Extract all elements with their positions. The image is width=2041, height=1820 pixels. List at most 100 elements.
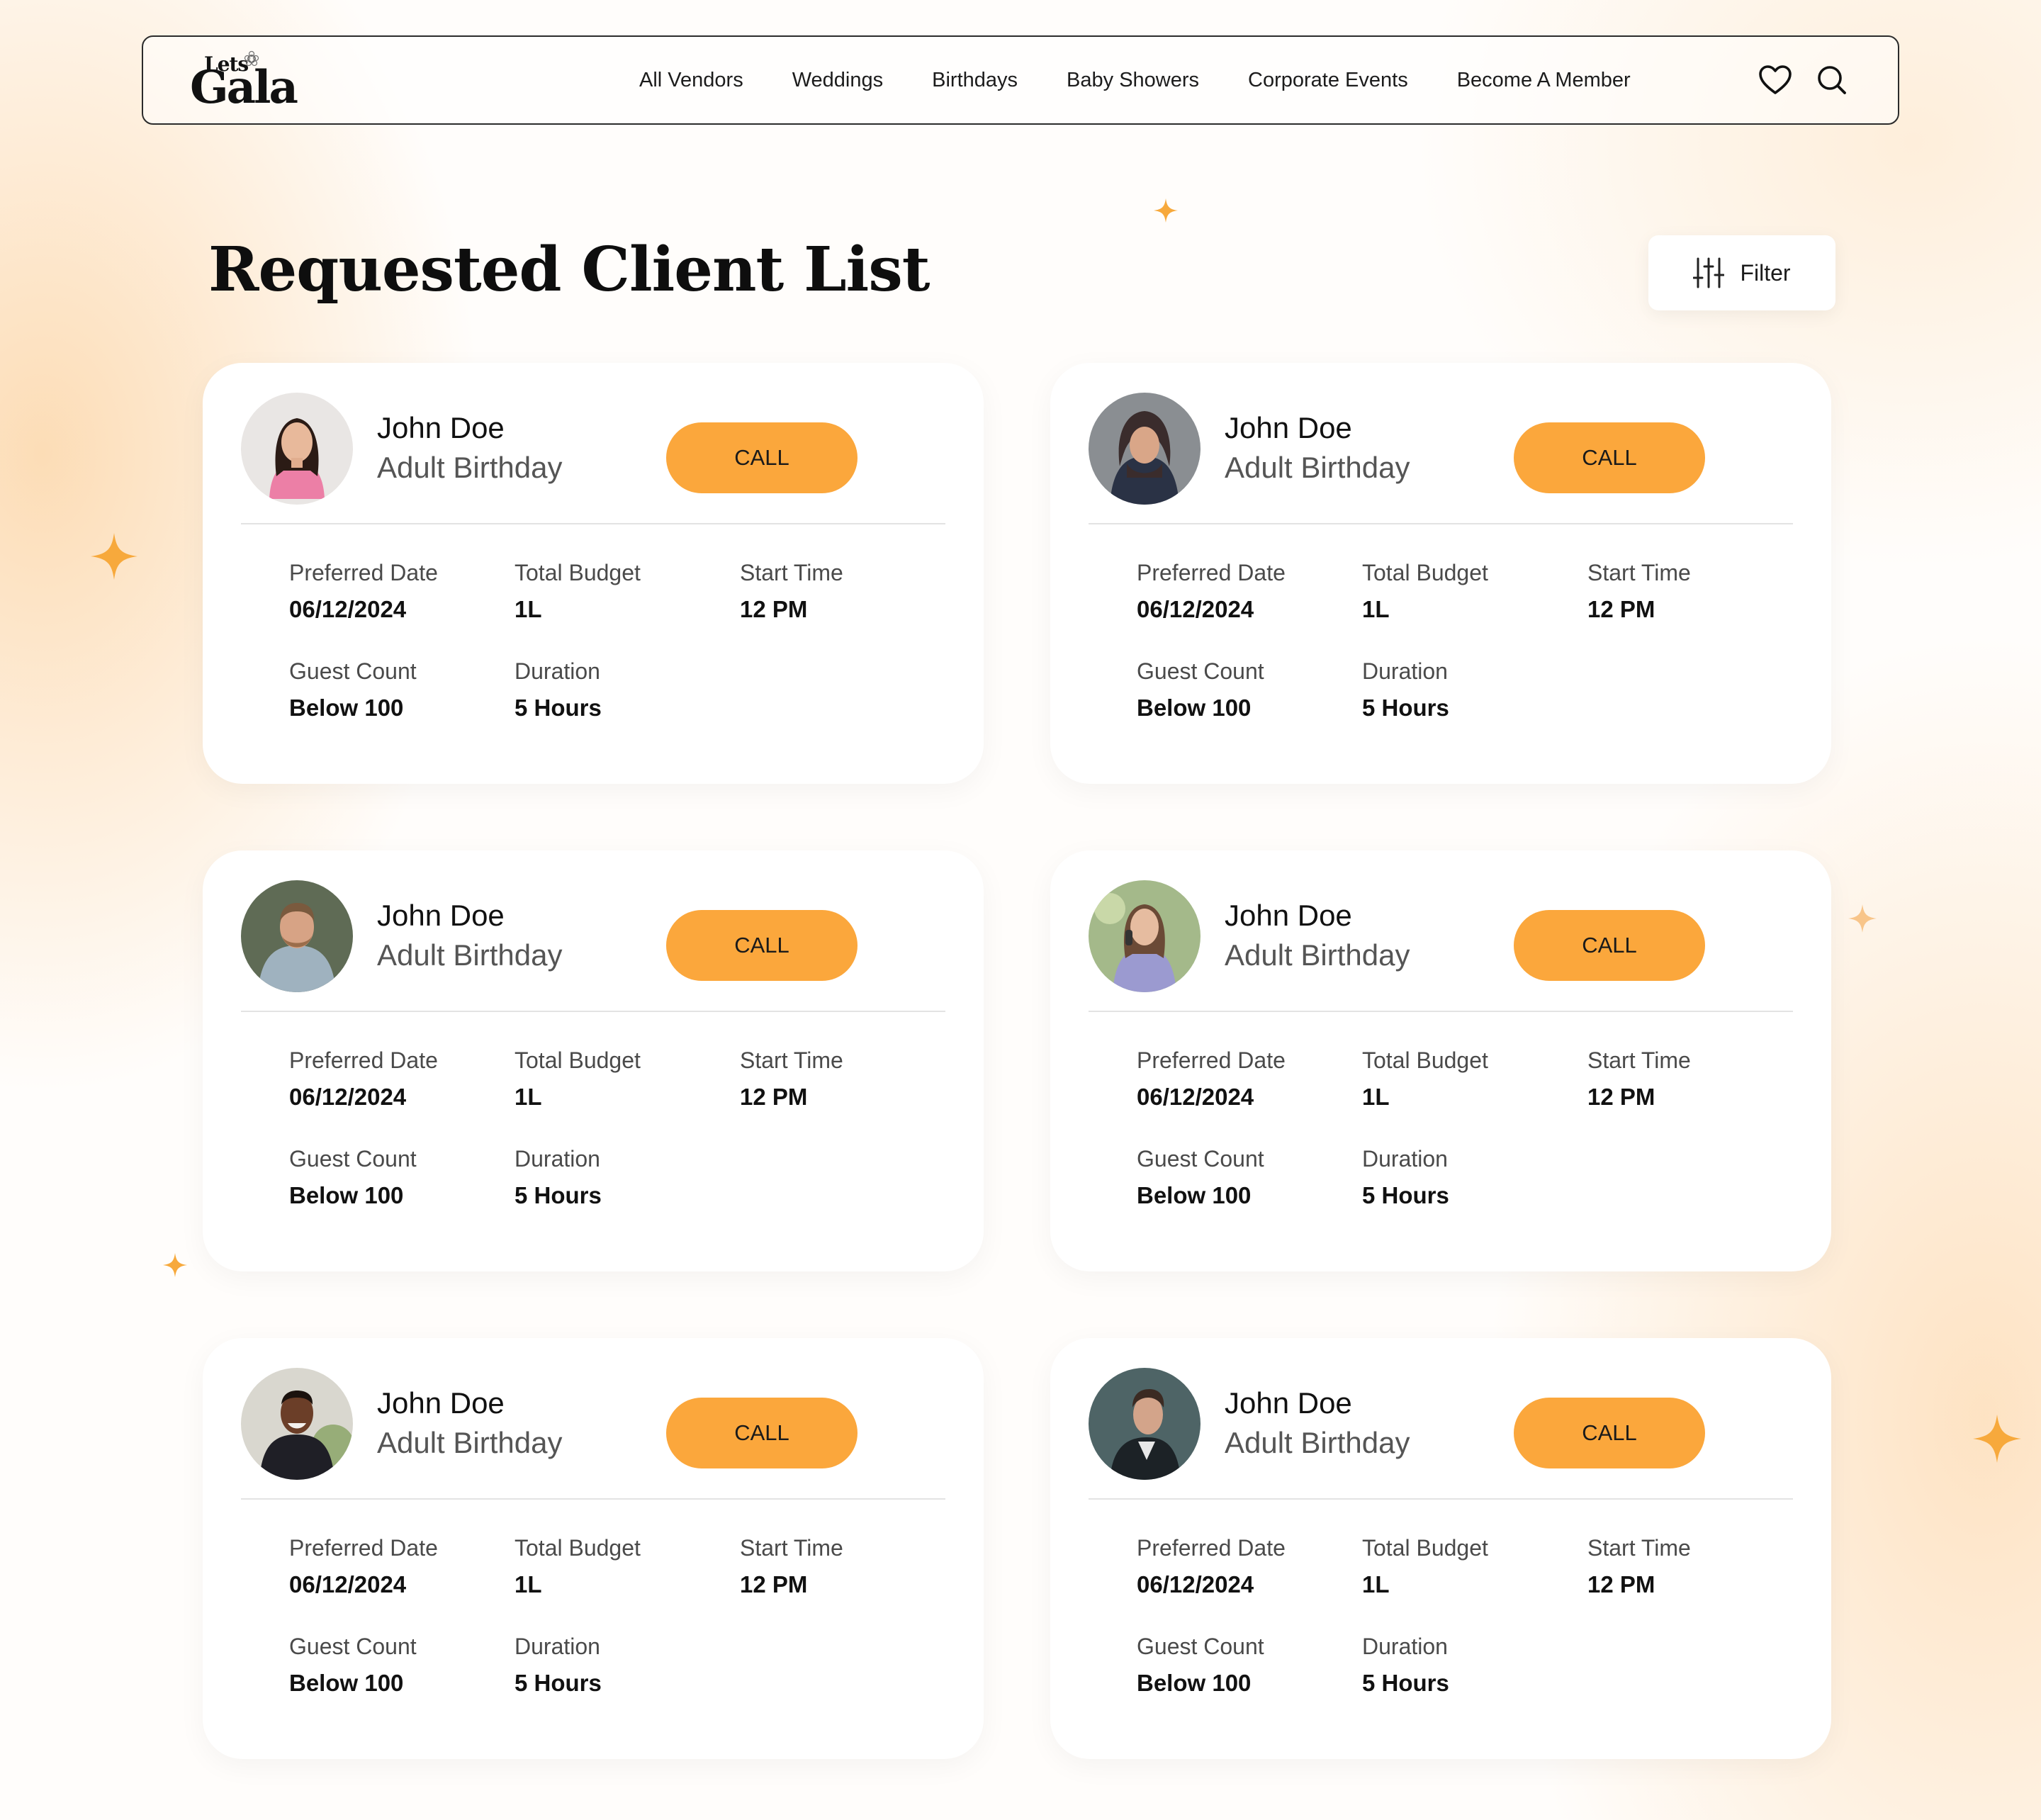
field-label: Guest Count	[289, 1146, 417, 1172]
client-card: John Doe Adult Birthday CALL Preferred D…	[1050, 1338, 1831, 1759]
field-value: 12 PM	[1587, 596, 1655, 622]
field-label: Start Time	[1587, 1047, 1691, 1073]
nav-link-become-member[interactable]: Become A Member	[1457, 69, 1631, 92]
field-value: Below 100	[289, 695, 404, 721]
nav-link-birthdays[interactable]: Birthdays	[932, 69, 1018, 92]
field-label: Start Time	[1587, 560, 1691, 585]
nav-link-weddings[interactable]: Weddings	[792, 69, 883, 92]
field-label: Guest Count	[1137, 1146, 1264, 1172]
call-button[interactable]: CALL	[666, 910, 858, 981]
avatar	[241, 393, 353, 505]
client-event-type: Adult Birthday	[377, 451, 563, 484]
field-label: Start Time	[740, 1047, 843, 1073]
sparkle-icon	[163, 1253, 187, 1277]
field-label: Preferred Date	[1137, 560, 1286, 585]
field-label: Guest Count	[1137, 1634, 1264, 1659]
field-label: Duration	[1362, 1146, 1448, 1172]
field-value: 5 Hours	[515, 1182, 602, 1208]
field-label: Total Budget	[1362, 1535, 1488, 1561]
call-button[interactable]: CALL	[1514, 1398, 1705, 1468]
field-value: 12 PM	[1587, 1571, 1655, 1597]
total-budget-field: Total Budget 1L	[515, 1046, 641, 1111]
sparkle-icon	[91, 533, 137, 580]
field-label: Preferred Date	[289, 1047, 438, 1073]
duration-field: Duration 5 Hours	[1362, 657, 1449, 722]
guest-count-field: Guest Count Below 100	[289, 1145, 417, 1210]
duration-field: Duration 5 Hours	[1362, 1632, 1449, 1697]
field-value: 5 Hours	[1362, 1670, 1449, 1696]
call-button[interactable]: CALL	[666, 1398, 858, 1468]
call-button[interactable]: CALL	[1514, 422, 1705, 493]
avatar	[1089, 393, 1201, 505]
client-name: John Doe	[1225, 899, 1352, 932]
divider	[1089, 1011, 1793, 1012]
field-value: 06/12/2024	[1137, 1084, 1254, 1110]
field-label: Start Time	[1587, 1535, 1691, 1561]
total-budget-field: Total Budget 1L	[515, 558, 641, 624]
divider	[241, 523, 945, 524]
client-card: John Doe Adult Birthday CALL Preferred D…	[1050, 363, 1831, 784]
field-label: Guest Count	[289, 1634, 417, 1659]
preferred-date-field: Preferred Date 06/12/2024	[1137, 558, 1286, 624]
duration-field: Duration 5 Hours	[515, 1632, 602, 1697]
client-name: John Doe	[377, 899, 505, 932]
call-button[interactable]: CALL	[666, 422, 858, 493]
field-value: 1L	[1362, 1571, 1390, 1597]
field-value: Below 100	[1137, 1670, 1252, 1696]
logo[interactable]: Lets Gala	[190, 50, 298, 113]
field-label: Total Budget	[1362, 560, 1488, 585]
field-value: 12 PM	[740, 1084, 808, 1110]
field-label: Total Budget	[515, 1047, 641, 1073]
filter-button[interactable]: Filter	[1648, 235, 1835, 310]
preferred-date-field: Preferred Date 06/12/2024	[1137, 1046, 1286, 1111]
field-label: Duration	[1362, 658, 1448, 684]
sliders-icon	[1693, 257, 1725, 288]
logo-main-text: Gala	[190, 61, 298, 114]
divider	[1089, 1498, 1793, 1500]
field-label: Guest Count	[289, 658, 417, 684]
field-label: Total Budget	[515, 560, 641, 585]
client-event-type: Adult Birthday	[377, 938, 563, 972]
call-button[interactable]: CALL	[1514, 910, 1705, 981]
filter-label: Filter	[1740, 259, 1791, 286]
duration-field: Duration 5 Hours	[515, 657, 602, 722]
field-label: Duration	[515, 1146, 600, 1172]
client-name: John Doe	[1225, 411, 1352, 444]
heart-icon[interactable]	[1758, 62, 1793, 98]
field-value: 5 Hours	[515, 695, 602, 721]
avatar	[241, 880, 353, 992]
start-time-field: Start Time 12 PM	[1587, 558, 1691, 624]
guest-count-field: Guest Count Below 100	[1137, 657, 1264, 722]
field-value: 06/12/2024	[1137, 596, 1254, 622]
field-value: 12 PM	[740, 596, 808, 622]
nav-icons	[1758, 62, 1850, 98]
nav-link-corporate-events[interactable]: Corporate Events	[1248, 69, 1408, 92]
field-value: 12 PM	[740, 1571, 808, 1597]
field-label: Total Budget	[1362, 1047, 1488, 1073]
top-navbar: Lets Gala All Vendors Weddings Birthdays…	[142, 35, 1899, 125]
field-label: Start Time	[740, 560, 843, 585]
avatar	[241, 1368, 353, 1480]
total-budget-field: Total Budget 1L	[1362, 1534, 1488, 1599]
field-value: Below 100	[289, 1670, 404, 1696]
sparkle-icon	[1848, 904, 1877, 933]
preferred-date-field: Preferred Date 06/12/2024	[289, 558, 438, 624]
nav-link-baby-showers[interactable]: Baby Showers	[1067, 69, 1199, 92]
field-value: 06/12/2024	[289, 596, 407, 622]
start-time-field: Start Time 12 PM	[740, 558, 843, 624]
client-card: John Doe Adult Birthday CALL Preferred D…	[1050, 850, 1831, 1271]
client-event-type: Adult Birthday	[377, 1426, 563, 1459]
field-value: 5 Hours	[1362, 1182, 1449, 1208]
nav-link-all-vendors[interactable]: All Vendors	[639, 69, 743, 92]
divider	[241, 1011, 945, 1012]
field-value: 1L	[1362, 596, 1390, 622]
field-label: Start Time	[740, 1535, 843, 1561]
client-event-type: Adult Birthday	[1225, 938, 1410, 972]
field-label: Total Budget	[515, 1535, 641, 1561]
field-value: 1L	[515, 1084, 542, 1110]
client-event-type: Adult Birthday	[1225, 451, 1410, 484]
field-value: 1L	[515, 1571, 542, 1597]
search-icon[interactable]	[1814, 62, 1850, 98]
field-label: Preferred Date	[1137, 1535, 1286, 1561]
field-label: Preferred Date	[1137, 1047, 1286, 1073]
